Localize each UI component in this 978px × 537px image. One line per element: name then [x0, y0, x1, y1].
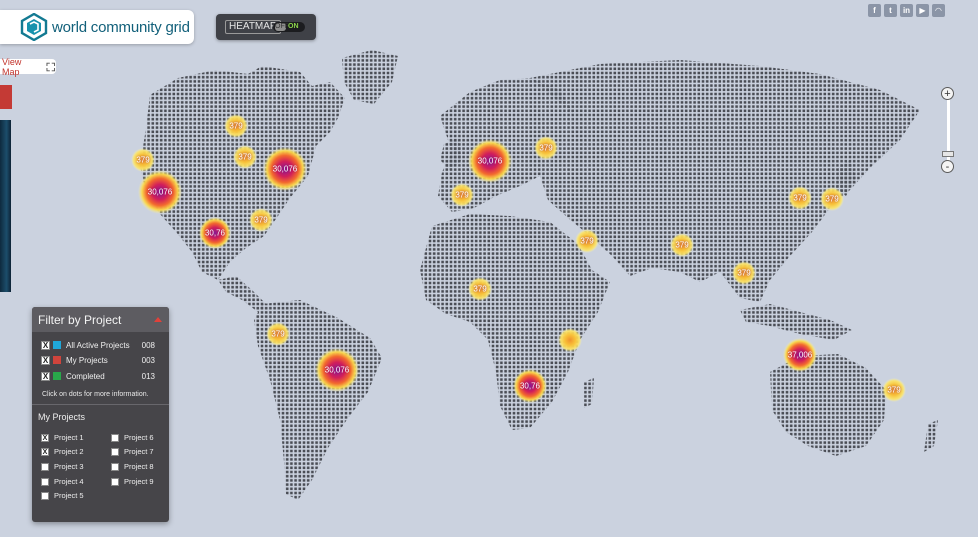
project-label: Project 2 — [54, 447, 84, 456]
marker-label[interactable]: 379 — [473, 285, 486, 294]
brand-name: world community grid — [52, 18, 190, 36]
linkedin-icon[interactable]: in — [900, 4, 913, 17]
project-1-option[interactable]: X Project 1 — [41, 434, 101, 444]
zoom-slider-handle[interactable] — [942, 151, 954, 157]
twitter-icon[interactable]: t — [884, 4, 897, 17]
filter-hint: Click on dots for more information. — [42, 391, 149, 398]
project-label: Project 3 — [54, 462, 84, 471]
project-checkbox[interactable] — [41, 478, 49, 486]
project-checkbox[interactable] — [111, 448, 119, 456]
project-checkbox[interactable] — [111, 434, 119, 442]
collapse-up-icon[interactable] — [154, 317, 162, 322]
project-label: Project 9 — [124, 477, 154, 486]
project-label: Project 4 — [54, 477, 84, 486]
filter-row-completed[interactable]: X Completed 013 — [41, 372, 163, 383]
my-projects-swatch — [53, 356, 61, 364]
project-checkbox[interactable] — [41, 492, 49, 500]
project-label: Project 8 — [124, 462, 154, 471]
toggle-off-label: OFF — [275, 23, 289, 31]
heatmap-toggle[interactable]: HEATMAP OFF ON — [216, 14, 316, 40]
filter-row-all-active[interactable]: X All Active Projects 008 — [41, 341, 163, 352]
facebook-icon[interactable]: f — [868, 4, 881, 17]
filter-row-label: Completed — [66, 372, 105, 381]
filter-row-label: All Active Projects — [66, 341, 130, 350]
project-label: Project 7 — [124, 447, 154, 456]
marker-label[interactable]: 379 — [887, 386, 900, 395]
all-active-swatch — [53, 341, 61, 349]
expand-icon — [46, 62, 56, 71]
project-label: Project 5 — [54, 491, 84, 500]
zoom-in-button[interactable]: + — [941, 87, 954, 100]
filter-panel-title: Filter by Project — [38, 313, 122, 327]
marker-label[interactable]: 379 — [539, 144, 552, 153]
panel-divider — [32, 404, 169, 405]
marker-label[interactable]: 379 — [238, 153, 251, 162]
marker-label[interactable]: 30,076 — [325, 366, 349, 375]
zoom-out-button[interactable]: - — [941, 160, 954, 173]
marker-label[interactable]: 37,006 — [788, 351, 812, 360]
filter-row-my-projects[interactable]: X My Projects 003 — [41, 356, 163, 367]
indonesia — [740, 304, 852, 340]
marker-label[interactable]: 379 — [229, 122, 242, 131]
heatmap-switch[interactable]: OFF ON — [273, 22, 305, 32]
wcg-logo-icon — [20, 13, 48, 41]
marker-label[interactable]: 379 — [793, 194, 806, 203]
project-5-option[interactable]: Project 5 — [41, 492, 101, 502]
marker-label[interactable]: 379 — [825, 195, 838, 204]
marker-label[interactable]: 379 — [271, 330, 284, 339]
project-7-option[interactable]: Project 7 — [111, 448, 171, 458]
brand-logo[interactable]: world community grid — [0, 10, 194, 44]
project-3-option[interactable]: Project 3 — [41, 463, 101, 473]
view-map-button[interactable]: View Map — [0, 56, 56, 77]
project-8-option[interactable]: Project 8 — [111, 463, 171, 473]
marker-label[interactable]: 379 — [737, 269, 750, 278]
marker-label[interactable]: 30,76 — [205, 229, 225, 238]
project-checkbox[interactable] — [41, 463, 49, 471]
filter-row-count: 013 — [141, 372, 155, 381]
project-6-option[interactable]: Project 6 — [111, 434, 171, 444]
youtube-icon[interactable]: ▶ — [916, 4, 929, 17]
new-zealand — [924, 420, 938, 452]
marker-label[interactable]: 30,076 — [148, 188, 172, 197]
marker-label[interactable]: 30,76 — [520, 382, 540, 391]
filter-panel-header[interactable]: Filter by Project — [32, 307, 169, 332]
project-label: Project 1 — [54, 433, 84, 442]
my-projects-heading: My Projects — [38, 412, 86, 422]
madagascar — [584, 378, 594, 408]
marker-label[interactable]: 379 — [675, 241, 688, 250]
marker-label[interactable]: 379 — [136, 156, 149, 165]
project-checkbox[interactable]: X — [41, 434, 49, 442]
filter-panel: Filter by Project X All Active Projects … — [32, 307, 169, 522]
project-checkbox[interactable]: X — [41, 448, 49, 456]
project-checkbox[interactable] — [111, 478, 119, 486]
project-9-option[interactable]: Project 9 — [111, 478, 171, 488]
view-map-label: View Map — [2, 56, 22, 77]
side-tab[interactable] — [0, 85, 12, 109]
filter-row-count: 008 — [141, 341, 155, 350]
marker-label[interactable]: 379 — [455, 191, 468, 200]
project-checkbox[interactable] — [111, 463, 119, 471]
my-projects-checkbox[interactable]: X — [41, 356, 50, 365]
project-4-option[interactable]: Project 4 — [41, 478, 101, 488]
completed-swatch — [53, 372, 61, 380]
marker-label[interactable]: 379 — [580, 237, 593, 246]
marker-label[interactable]: 30,076 — [478, 157, 502, 166]
greenland — [342, 50, 398, 104]
continents — [140, 50, 938, 500]
toggle-on-label: ON — [288, 23, 299, 30]
australia — [770, 354, 886, 456]
all-active-checkbox[interactable]: X — [41, 341, 50, 350]
marker-label[interactable]: 30,076 — [273, 165, 297, 174]
side-image-strip — [0, 120, 11, 292]
heat-marker[interactable] — [558, 328, 582, 352]
rss-icon[interactable]: ◠ — [932, 4, 945, 17]
filter-row-label: My Projects — [66, 356, 108, 365]
project-2-option[interactable]: X Project 2 — [41, 448, 101, 458]
completed-checkbox[interactable]: X — [41, 372, 50, 381]
central-america — [218, 276, 266, 312]
filter-row-count: 003 — [141, 356, 155, 365]
marker-label[interactable]: 379 — [254, 216, 267, 225]
project-label: Project 6 — [124, 433, 154, 442]
